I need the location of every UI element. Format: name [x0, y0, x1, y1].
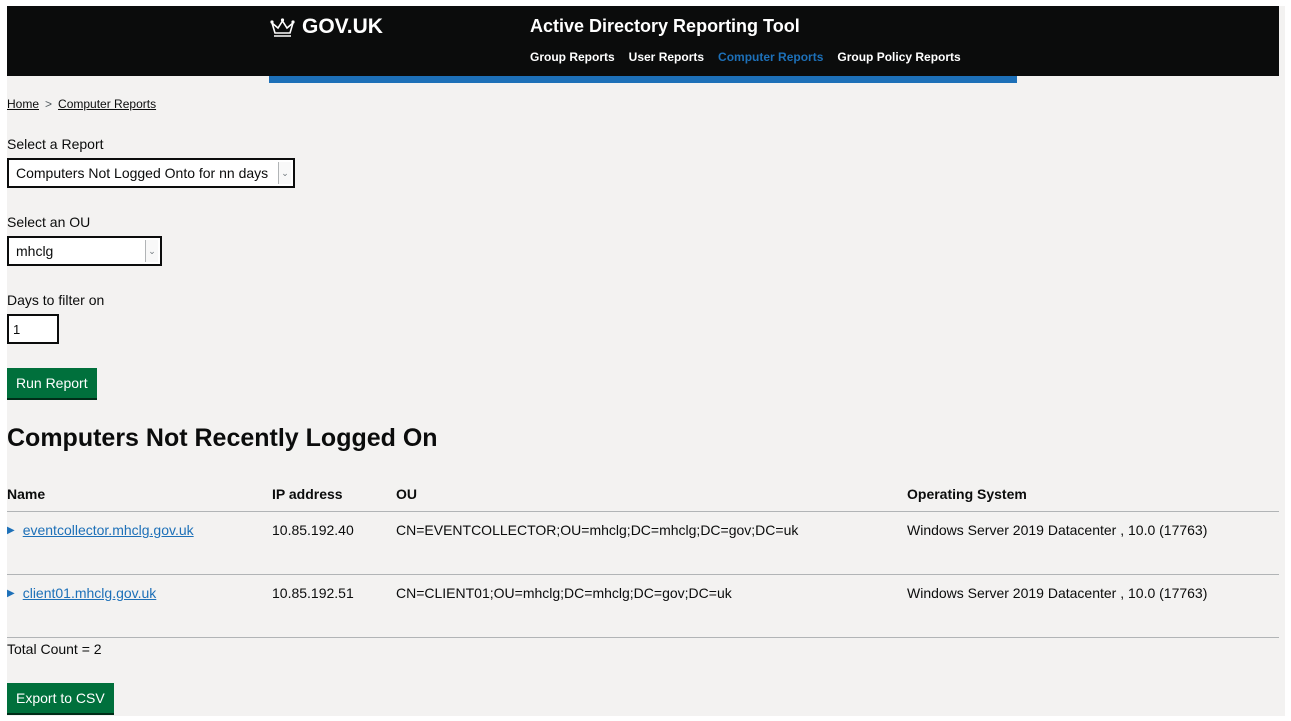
column-header-os: Operating System: [907, 486, 1027, 502]
row-ip: 10.85.192.51: [272, 585, 354, 601]
nav-group-reports[interactable]: Group Reports: [530, 50, 615, 64]
ou-select-value: mhclg: [16, 243, 54, 259]
total-count: Total Count = 2: [7, 641, 102, 657]
chevron-right-icon: >: [45, 97, 53, 111]
ou-select[interactable]: mhclg ⌄: [7, 236, 162, 266]
days-input[interactable]: 1: [7, 314, 59, 344]
header-divider: [7, 511, 1279, 512]
expand-triangle-icon[interactable]: ▶: [7, 525, 15, 536]
column-header-ou: OU: [396, 486, 417, 502]
days-label: Days to filter on: [7, 292, 105, 308]
row-os: Windows Server 2019 Datacenter , 10.0 (1…: [907, 585, 1208, 601]
breadcrumb-computer-reports[interactable]: Computer Reports: [58, 97, 156, 111]
report-select[interactable]: Computers Not Logged Onto for nn days ⌄: [7, 158, 295, 188]
dropdown-arrow-icon[interactable]: ⌄: [278, 162, 291, 184]
crown-icon: [270, 18, 295, 37]
ou-select-label: Select an OU: [7, 214, 91, 230]
expand-triangle-icon[interactable]: ▶: [7, 588, 15, 599]
computer-link[interactable]: client01.mhclg.gov.uk: [23, 585, 157, 601]
report-select-label: Select a Report: [7, 136, 104, 152]
row-name-cell: ▶ eventcollector.mhclg.gov.uk: [7, 522, 194, 538]
computer-link[interactable]: eventcollector.mhclg.gov.uk: [23, 522, 194, 538]
nav-user-reports[interactable]: User Reports: [629, 50, 704, 64]
logo-text: GOV.UK: [302, 15, 383, 38]
row-divider: [7, 637, 1279, 638]
page-frame: GOV.UK Active Directory Reporting Tool G…: [7, 6, 1285, 716]
dropdown-arrow-icon[interactable]: ⌄: [145, 240, 158, 262]
export-csv-button[interactable]: Export to CSV: [7, 683, 114, 713]
primary-nav: Group Reports User Reports Computer Repo…: [530, 50, 961, 64]
breadcrumb: Home > Computer Reports: [7, 97, 156, 111]
service-name[interactable]: Active Directory Reporting Tool: [530, 16, 800, 37]
results-title: Computers Not Recently Logged On: [7, 424, 438, 452]
column-header-name: Name: [7, 486, 46, 502]
report-select-value: Computers Not Logged Onto for nn days: [16, 165, 269, 181]
row-ou: CN=EVENTCOLLECTOR;OU=mhclg;DC=mhclg;DC=g…: [396, 522, 799, 538]
nav-group-policy-reports[interactable]: Group Policy Reports: [837, 50, 960, 64]
run-report-button[interactable]: Run Report: [7, 368, 97, 398]
row-divider: [7, 574, 1279, 575]
row-ip: 10.85.192.40: [272, 522, 354, 538]
column-header-ip: IP address: [272, 486, 343, 502]
govuk-logo[interactable]: GOV.UK: [269, 14, 383, 40]
site-header: GOV.UK Active Directory Reporting Tool G…: [7, 6, 1279, 76]
row-name-cell: ▶ client01.mhclg.gov.uk: [7, 585, 156, 601]
row-ou: CN=CLIENT01;OU=mhclg;DC=mhclg;DC=gov;DC=…: [396, 585, 732, 601]
nav-computer-reports[interactable]: Computer Reports: [718, 50, 823, 64]
header-accent-bar: [269, 76, 1017, 83]
breadcrumb-home[interactable]: Home: [7, 97, 39, 111]
row-os: Windows Server 2019 Datacenter , 10.0 (1…: [907, 522, 1208, 538]
